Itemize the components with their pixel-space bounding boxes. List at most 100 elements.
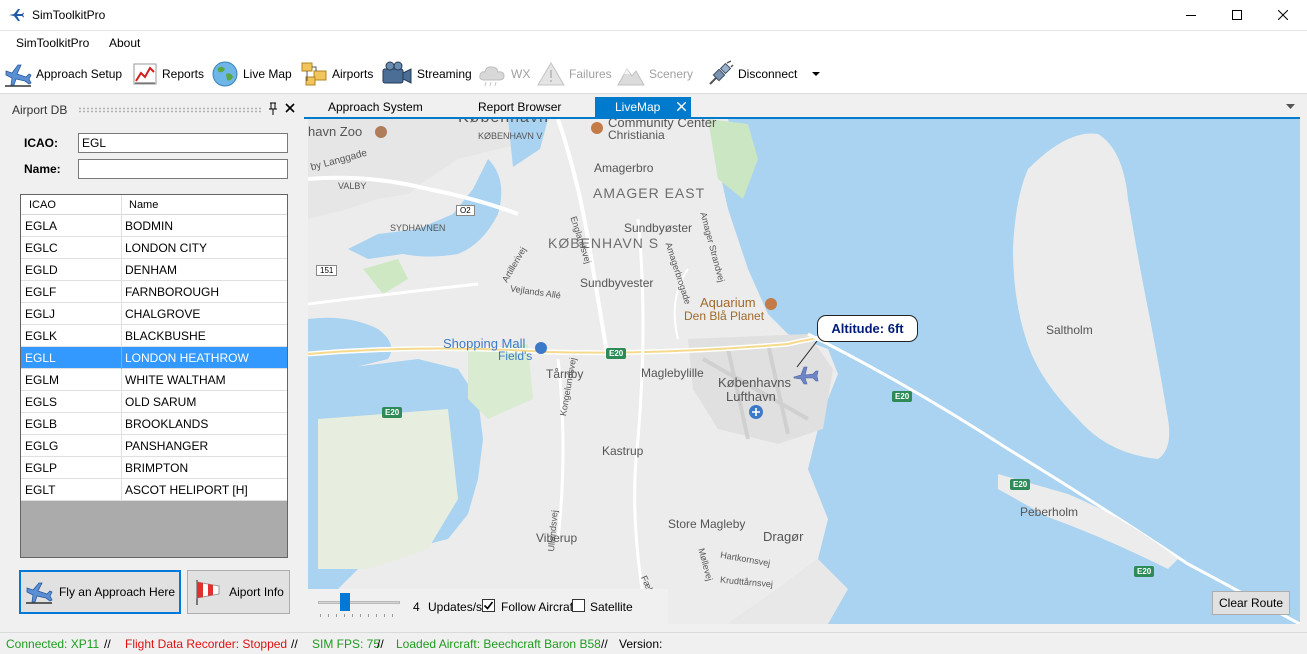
live-map-button[interactable]: Live Map xyxy=(211,58,292,90)
plane-landing-icon xyxy=(25,582,53,604)
slider-ticks xyxy=(320,614,398,617)
map-label-airport-name: Københavns xyxy=(718,375,791,390)
map-controls: 4 Updates/s Follow Aircraft Satellite xyxy=(308,589,668,624)
toolbar: Approach Setup Reports Live Map Airports xyxy=(0,54,1307,94)
icao-label: ICAO: xyxy=(24,136,58,150)
approach-setup-label: Approach Setup xyxy=(36,67,123,81)
failures-button[interactable]: Failures xyxy=(537,58,612,90)
airport-grid: ICAO Name EGLA BODMIN EGLC LONDON CITY EGLD D… xyxy=(20,194,288,558)
close-button[interactable] xyxy=(1260,0,1306,31)
panel-grip[interactable] xyxy=(78,107,262,113)
approach-setup-button[interactable]: Approach Setup xyxy=(4,58,122,90)
map-road-e20-west: E20 xyxy=(382,407,403,418)
table-row[interactable]: EGLS OLD SARUM xyxy=(21,391,287,413)
status-version: Version: xyxy=(619,637,663,651)
cell-name: DENHAM xyxy=(125,263,178,277)
tab-report-browser[interactable]: Report Browser xyxy=(478,97,578,117)
map-label-aquarium: Aquarium xyxy=(700,295,756,310)
tab-approach-system[interactable]: Approach System xyxy=(328,97,428,117)
follow-aircraft-label: Follow Aircraft xyxy=(501,600,577,614)
table-row[interactable]: EGLP BRIMPTON xyxy=(21,457,287,479)
table-row[interactable]: EGLM WHITE WALTHAM xyxy=(21,369,287,391)
table-row[interactable]: EGLA BODMIN xyxy=(21,215,287,237)
fly-approach-button[interactable]: Fly an Approach Here xyxy=(19,570,181,614)
table-row[interactable]: EGLK BLACKBUSHE xyxy=(21,325,287,347)
airport-info-label: Aiport Info xyxy=(229,585,284,599)
table-row[interactable]: EGLB BROOKLANDS xyxy=(21,413,287,435)
map-label-sundbyvester: Sundbyvester xyxy=(580,276,654,290)
close-icon xyxy=(1278,10,1288,20)
cell-icao: EGLM xyxy=(25,373,60,387)
failures-label: Failures xyxy=(569,67,612,81)
cell-icao: EGLF xyxy=(25,285,57,299)
pin-icon[interactable] xyxy=(268,102,278,116)
disconnect-button[interactable]: Disconnect xyxy=(706,58,797,90)
museum-icon xyxy=(591,122,603,134)
update-rate-slider-thumb[interactable] xyxy=(339,593,350,611)
folders-icon xyxy=(301,62,327,86)
table-row[interactable]: EGLL LONDON HEATHROW xyxy=(21,347,287,369)
table-row[interactable]: EGLF FARNBOROUGH xyxy=(21,281,287,303)
warning-icon xyxy=(537,62,565,86)
tab-close-icon[interactable] xyxy=(677,102,686,111)
status-separator: // xyxy=(377,637,384,651)
column-header-name[interactable]: Name xyxy=(129,199,158,211)
satellite-checkbox[interactable] xyxy=(572,599,585,612)
menu-simtoolkitpro[interactable]: SimToolkitPro xyxy=(16,36,89,50)
name-label: Name: xyxy=(24,162,61,176)
table-row[interactable]: EGLC LONDON CITY xyxy=(21,237,287,259)
cell-name: PANSHANGER xyxy=(125,439,209,453)
map-road-o2: O2 xyxy=(456,205,475,216)
wx-button[interactable]: WX xyxy=(477,58,530,90)
airports-button[interactable]: Airports xyxy=(300,58,373,90)
table-row[interactable]: EGLJ CHALGROVE xyxy=(21,303,287,325)
cell-name: BODMIN xyxy=(125,219,173,233)
cell-icao: EGLT xyxy=(25,483,56,497)
tab-livemap[interactable]: LiveMap xyxy=(595,97,691,117)
tab-livemap-label: LiveMap xyxy=(615,100,661,114)
map-label-fields: Field's xyxy=(498,349,533,363)
live-map[interactable]: havn Zoo København Community Center Chri… xyxy=(308,119,1300,624)
checkmark-icon xyxy=(483,601,494,610)
live-map-label: Live Map xyxy=(243,67,292,81)
status-separator: // xyxy=(291,637,298,651)
cell-name: WHITE WALTHAM xyxy=(125,373,226,387)
streaming-label: Streaming xyxy=(417,67,472,81)
map-road-151: 151 xyxy=(316,265,338,276)
update-rate-slider-track[interactable] xyxy=(318,601,400,604)
table-row[interactable]: EGLD DENHAM xyxy=(21,259,287,281)
maximize-button[interactable] xyxy=(1214,0,1260,31)
status-bar: Connected: XP11 // Flight Data Recorder:… xyxy=(0,632,1307,654)
minimize-icon xyxy=(1186,15,1196,16)
cell-name: ASCOT HELIPORT [H] xyxy=(125,483,248,497)
cell-icao: EGLD xyxy=(25,263,58,277)
map-label-store-magleby: Store Magleby xyxy=(668,517,746,531)
airports-label: Airports xyxy=(332,67,374,81)
toolbar-overflow-button[interactable] xyxy=(812,58,820,90)
scenery-button[interactable]: Scenery xyxy=(617,58,693,90)
tab-list-dropdown-icon[interactable] xyxy=(1286,104,1295,110)
map-label-amager-east: AMAGER EAST xyxy=(593,185,706,201)
column-header-icao[interactable]: ICAO xyxy=(29,199,56,211)
map-road-e20-bridge: E20 xyxy=(892,391,913,402)
menu-about[interactable]: About xyxy=(109,36,140,50)
status-separator: // xyxy=(104,637,111,651)
streaming-button[interactable]: Streaming xyxy=(381,58,472,90)
panel-close-icon[interactable] xyxy=(284,101,296,115)
cloud-icon xyxy=(479,66,505,87)
minimize-button[interactable] xyxy=(1168,0,1214,31)
status-aircraft: Loaded Aircraft: Beechcraft Baron B58 xyxy=(396,637,601,651)
icao-input[interactable] xyxy=(78,133,288,153)
plug-icon xyxy=(709,60,734,85)
clear-route-button[interactable]: Clear Route xyxy=(1212,591,1290,615)
reports-button[interactable]: Reports xyxy=(132,58,204,90)
name-input[interactable] xyxy=(78,159,288,179)
airport-info-button[interactable]: Aiport Info xyxy=(187,570,290,614)
follow-aircraft-checkbox[interactable] xyxy=(482,599,495,612)
table-row[interactable]: EGLG PANSHANGER xyxy=(21,435,287,457)
map-label-airport-lufthavn: Lufthavn xyxy=(726,389,776,404)
cell-icao: EGLB xyxy=(25,417,58,431)
cell-name: BRIMPTON xyxy=(125,461,189,475)
table-row[interactable]: EGLT ASCOT HELIPORT [H] xyxy=(21,479,287,501)
maximize-icon xyxy=(1232,10,1242,20)
